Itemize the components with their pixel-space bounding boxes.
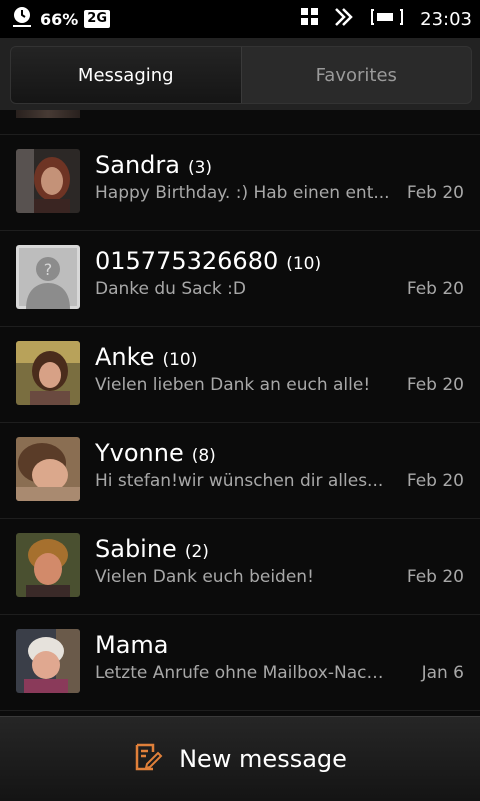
- message-date: Jan 6: [421, 663, 464, 683]
- message-count: (8): [191, 446, 216, 466]
- list-item-partial[interactable]: [0, 110, 480, 135]
- conversation-list[interactable]: Sandra (3) Happy Birthday. :) Hab einen …: [0, 110, 480, 714]
- message-date: Feb 20: [406, 375, 464, 395]
- clock-icon: [10, 5, 34, 33]
- battery-percent: 66%: [40, 9, 79, 29]
- contact-name: Sandra: [95, 151, 180, 179]
- contact-name: Mama: [95, 631, 169, 659]
- contact-name: Sabine: [95, 535, 177, 563]
- message-preview: Hi stefan!wir wünschen dir alles...: [95, 471, 384, 491]
- message-count: (3): [187, 158, 213, 178]
- contact-name: Anke: [95, 343, 155, 371]
- message-preview: Danke du Sack :D: [95, 279, 246, 299]
- tab-bar: Messaging Favorites: [0, 38, 480, 110]
- list-item[interactable]: Sabine (2) Vielen Dank euch beiden! Feb …: [0, 519, 480, 615]
- new-message-button[interactable]: New message: [0, 716, 480, 801]
- contact-name: 015775326680: [95, 247, 279, 275]
- battery-icon: [370, 7, 406, 31]
- tab-group: Messaging Favorites: [10, 46, 472, 104]
- avatar: [16, 629, 80, 693]
- grid-icon: [300, 7, 320, 31]
- list-item[interactable]: Anke (10) Vielen lieben Dank an euch all…: [0, 327, 480, 423]
- svg-text:?: ?: [44, 260, 53, 279]
- network-type-badge: 2G: [84, 10, 111, 28]
- message-preview: Vielen lieben Dank an euch alle!: [95, 375, 371, 395]
- tab-favorites[interactable]: Favorites: [242, 47, 472, 103]
- contact-name: Yvonne: [95, 439, 184, 467]
- message-date: Feb 20: [406, 567, 464, 587]
- status-bar: 66% 2G 23:03: [0, 0, 480, 38]
- message-preview: Vielen Dank euch beiden!: [95, 567, 314, 587]
- avatar: [16, 341, 80, 405]
- message-count: (10): [286, 254, 322, 274]
- clock-time: 23:03: [420, 8, 472, 30]
- avatar: [16, 437, 80, 501]
- message-date: Feb 20: [406, 279, 464, 299]
- compose-icon: [133, 742, 163, 776]
- message-count: (10): [162, 350, 198, 370]
- message-count: (2): [184, 542, 209, 562]
- message-preview: Letzte Anrufe ohne Mailbox-Nach...: [95, 663, 391, 683]
- data-transfer-icon: [334, 7, 356, 31]
- list-item[interactable]: ? 015775326680 (10) Danke du Sack :D Feb…: [0, 231, 480, 327]
- message-date: Feb 20: [406, 183, 464, 203]
- avatar: [16, 110, 80, 118]
- list-item[interactable]: Sandra (3) Happy Birthday. :) Hab einen …: [0, 135, 480, 231]
- tab-messaging[interactable]: Messaging: [11, 47, 242, 103]
- placeholder-person-icon: ?: [16, 245, 80, 309]
- list-item[interactable]: Mama Letzte Anrufe ohne Mailbox-Nach... …: [0, 615, 480, 711]
- message-preview: Happy Birthday. :) Hab einen ent...: [95, 183, 390, 203]
- new-message-label: New message: [179, 745, 347, 773]
- avatar: [16, 533, 80, 597]
- avatar: [16, 149, 80, 213]
- message-date: Feb 20: [406, 471, 464, 491]
- list-item[interactable]: Yvonne (8) Hi stefan!wir wünschen dir al…: [0, 423, 480, 519]
